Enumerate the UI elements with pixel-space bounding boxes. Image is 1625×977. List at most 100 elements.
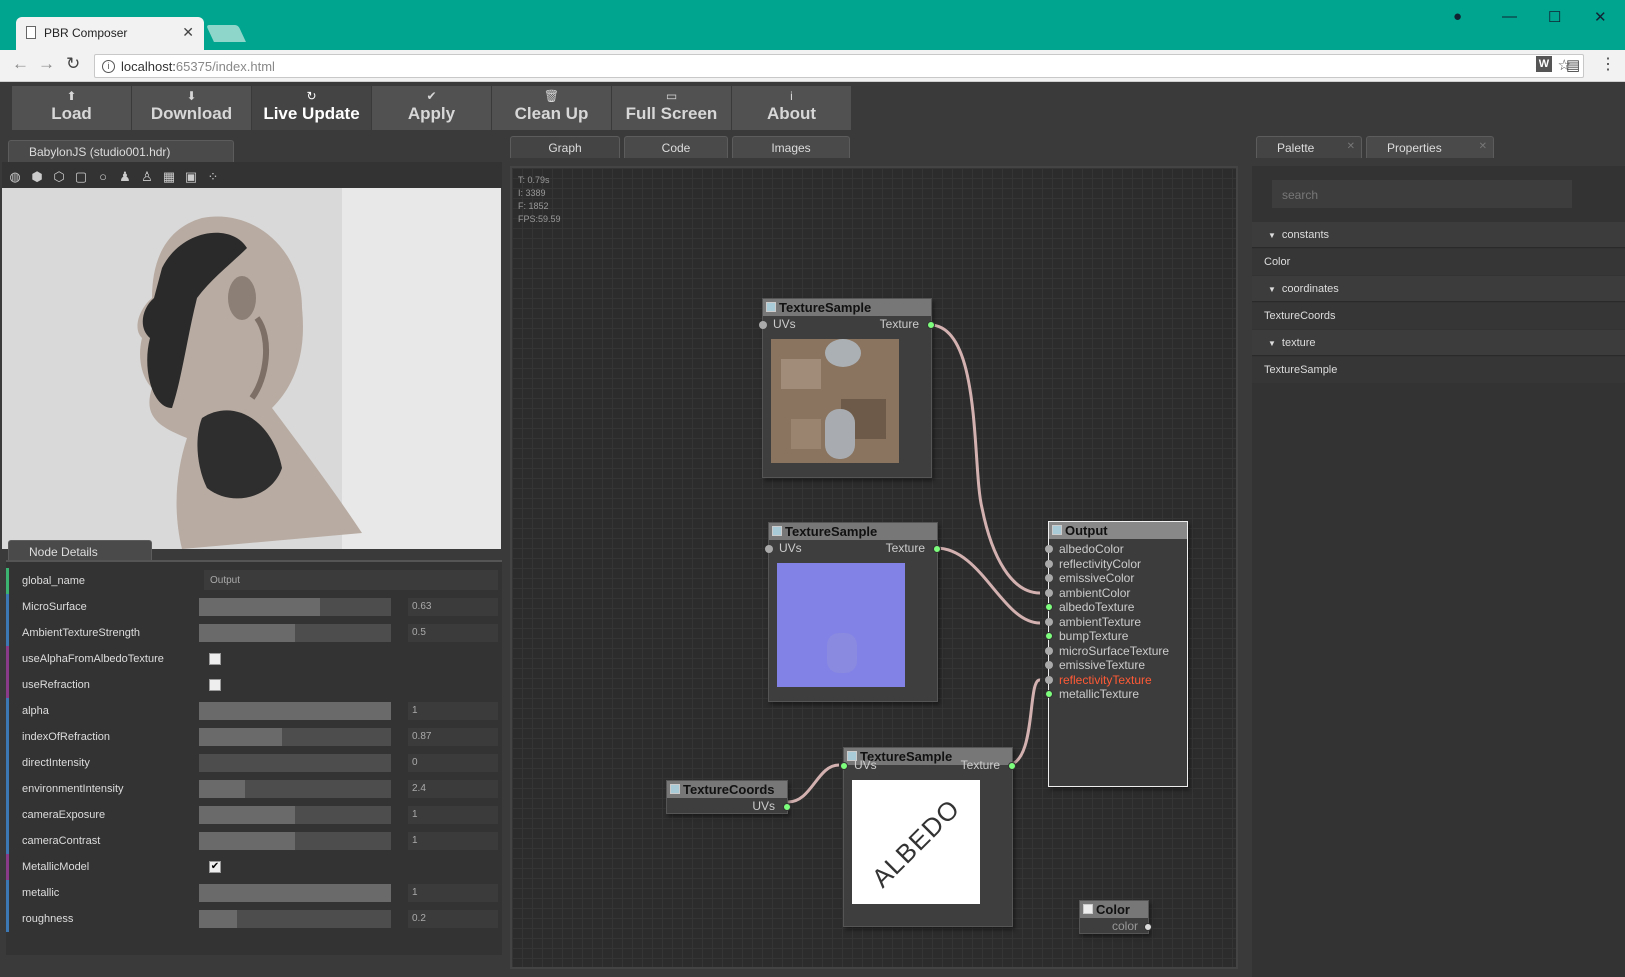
clean-up-button[interactable]: 🗑 Clean Up — [492, 86, 612, 130]
property-slider[interactable] — [199, 806, 391, 824]
person-icon[interactable]: ♟ — [117, 169, 133, 185]
info-icon[interactable]: i — [102, 60, 115, 73]
node-graph-canvas[interactable]: T: 0.79s I: 3389 F: 1852 FPS:59.59 Textu… — [510, 166, 1238, 969]
box-icon[interactable]: ⬡ — [51, 169, 67, 185]
tab-code[interactable]: Code — [624, 136, 728, 158]
node-output[interactable]: Output albedoColor reflectivityColor emiss… — [1045, 521, 1188, 787]
port-uvs-in[interactable] — [840, 762, 848, 770]
forward-icon[interactable]: → — [38, 54, 55, 74]
port-uvs-out[interactable] — [783, 803, 791, 811]
property-value-input[interactable]: 2.4 — [408, 780, 498, 798]
property-value-input[interactable]: 0.87 — [408, 728, 498, 746]
palette-item-color[interactable]: Color — [1252, 249, 1625, 275]
node-handle-icon[interactable] — [772, 526, 782, 536]
globe-icon[interactable]: ◍ — [7, 169, 23, 185]
property-slider[interactable] — [199, 884, 391, 902]
palette-category-texture[interactable]: ▼ texture — [1252, 330, 1625, 356]
property-slider[interactable] — [199, 832, 391, 850]
node-handle-icon[interactable] — [1052, 525, 1062, 535]
bust-icon[interactable]: ♙ — [139, 169, 155, 185]
port-uvs-in[interactable] — [759, 321, 767, 329]
address-input[interactable]: i localhost:65375/index.html ⇄ ☆ — [94, 54, 1584, 78]
port-albedoTexture-in[interactable] — [1045, 603, 1053, 611]
palette-item-texturecoords[interactable]: TextureCoords — [1252, 303, 1625, 329]
cube-icon[interactable]: ⬢ — [29, 169, 45, 185]
property-value-input[interactable]: 0 — [408, 754, 498, 772]
maximize-icon[interactable]: ☐ — [1548, 8, 1561, 26]
port-microSurfaceTexture-in[interactable] — [1045, 646, 1053, 655]
close-tab-icon[interactable]: ✕ — [182, 24, 194, 41]
property-slider[interactable] — [199, 728, 391, 746]
node-texture-sample-1[interactable]: TextureSample UVs Texture — [759, 298, 935, 478]
port-albedoColor-in[interactable] — [1045, 545, 1053, 553]
palette-category-constants[interactable]: ▼ constants — [1252, 222, 1625, 248]
property-value-input[interactable]: 0.2 — [408, 910, 498, 928]
property-value-input[interactable]: 1 — [408, 702, 498, 720]
3d-viewport[interactable] — [2, 188, 501, 549]
minimize-icon[interactable]: — — [1502, 8, 1517, 25]
port-texture-out[interactable] — [933, 545, 941, 553]
back-icon[interactable]: ← — [12, 54, 29, 74]
port-metallicTexture-in[interactable] — [1045, 690, 1053, 698]
property-text-input[interactable]: Output — [204, 570, 498, 590]
loading-icon[interactable]: ⁘ — [205, 169, 221, 185]
tab-node-details[interactable]: Node Details — [8, 540, 152, 562]
property-slider[interactable] — [199, 702, 391, 720]
node-handle-icon[interactable] — [1083, 904, 1093, 914]
profile-icon[interactable]: ● — [1453, 8, 1462, 25]
tab-properties[interactable]: Properties ✕ — [1366, 136, 1494, 158]
port-bumpTexture-in[interactable] — [1045, 632, 1053, 640]
property-checkbox[interactable] — [209, 679, 221, 691]
plane-icon[interactable]: ▢ — [73, 169, 89, 185]
node-texture-sample-3[interactable]: TextureSample UVs Texture ALBEDO — [840, 747, 1016, 927]
image-icon[interactable]: ▣ — [183, 169, 199, 185]
property-slider[interactable] — [199, 598, 391, 616]
tab-graph[interactable]: Graph — [510, 136, 620, 158]
node-handle-icon[interactable] — [766, 302, 776, 312]
port-reflectivityTexture-in[interactable] — [1045, 675, 1053, 684]
property-checkbox[interactable]: ✔ — [209, 861, 221, 873]
palette-item-texturesample[interactable]: TextureSample — [1252, 357, 1625, 383]
node-texture-sample-2[interactable]: TextureSample UVs Texture — [765, 522, 941, 702]
port-texture-out[interactable] — [927, 321, 935, 329]
property-checkbox[interactable] — [209, 653, 221, 665]
full-screen-button[interactable]: ▭ Full Screen — [612, 86, 732, 130]
close-properties-icon[interactable]: ✕ — [1479, 141, 1487, 152]
reload-icon[interactable]: ↻ — [66, 54, 80, 74]
menu-icon[interactable]: ⋮ — [1600, 54, 1616, 74]
extension-w-icon[interactable]: W — [1536, 56, 1552, 72]
tab-palette[interactable]: Palette ✕ — [1256, 136, 1362, 158]
grid-icon[interactable]: ▦ — [161, 169, 177, 185]
download-button[interactable]: ⬇ Download — [132, 86, 252, 130]
sphere-icon[interactable]: ○ — [95, 169, 111, 185]
node-color[interactable]: Color color — [1079, 900, 1152, 934]
apply-button[interactable]: ✔ Apply — [372, 86, 492, 130]
port-color-out[interactable] — [1144, 923, 1152, 931]
tab-babylonjs-preview[interactable]: BabylonJS (studio001.hdr) — [8, 140, 234, 162]
property-value-input[interactable]: 1 — [408, 884, 498, 902]
port-reflectivityColor-in[interactable] — [1045, 559, 1053, 568]
port-uvs-in[interactable] — [765, 545, 773, 553]
property-value-input[interactable]: 0.63 — [408, 598, 498, 616]
search-input[interactable]: search — [1272, 180, 1572, 208]
property-slider[interactable] — [199, 910, 391, 928]
node-handle-icon[interactable] — [670, 784, 680, 794]
port-ambientColor-in[interactable] — [1045, 588, 1053, 597]
property-value-input[interactable]: 1 — [408, 832, 498, 850]
load-button[interactable]: ⬆ Load — [12, 86, 132, 130]
browser-tab[interactable]: PBR Composer ✕ — [16, 17, 204, 50]
port-emissiveTexture-in[interactable] — [1045, 661, 1053, 669]
about-button[interactable]: i About — [732, 86, 852, 130]
port-texture-out[interactable] — [1008, 762, 1016, 770]
close-palette-icon[interactable]: ✕ — [1347, 141, 1355, 152]
tab-images[interactable]: Images — [732, 136, 850, 158]
port-emissiveColor-in[interactable] — [1045, 574, 1053, 582]
extension-book-icon[interactable]: ▤ — [1566, 56, 1580, 74]
live-update-button[interactable]: ↻ Live Update — [252, 86, 372, 130]
node-texture-coords[interactable]: TextureCoords UVs — [666, 780, 791, 814]
new-tab-button[interactable] — [206, 25, 246, 42]
port-ambientTexture-in[interactable] — [1045, 617, 1053, 626]
palette-category-coordinates[interactable]: ▼ coordinates — [1252, 276, 1625, 302]
property-value-input[interactable]: 1 — [408, 806, 498, 824]
property-slider[interactable] — [199, 754, 391, 772]
